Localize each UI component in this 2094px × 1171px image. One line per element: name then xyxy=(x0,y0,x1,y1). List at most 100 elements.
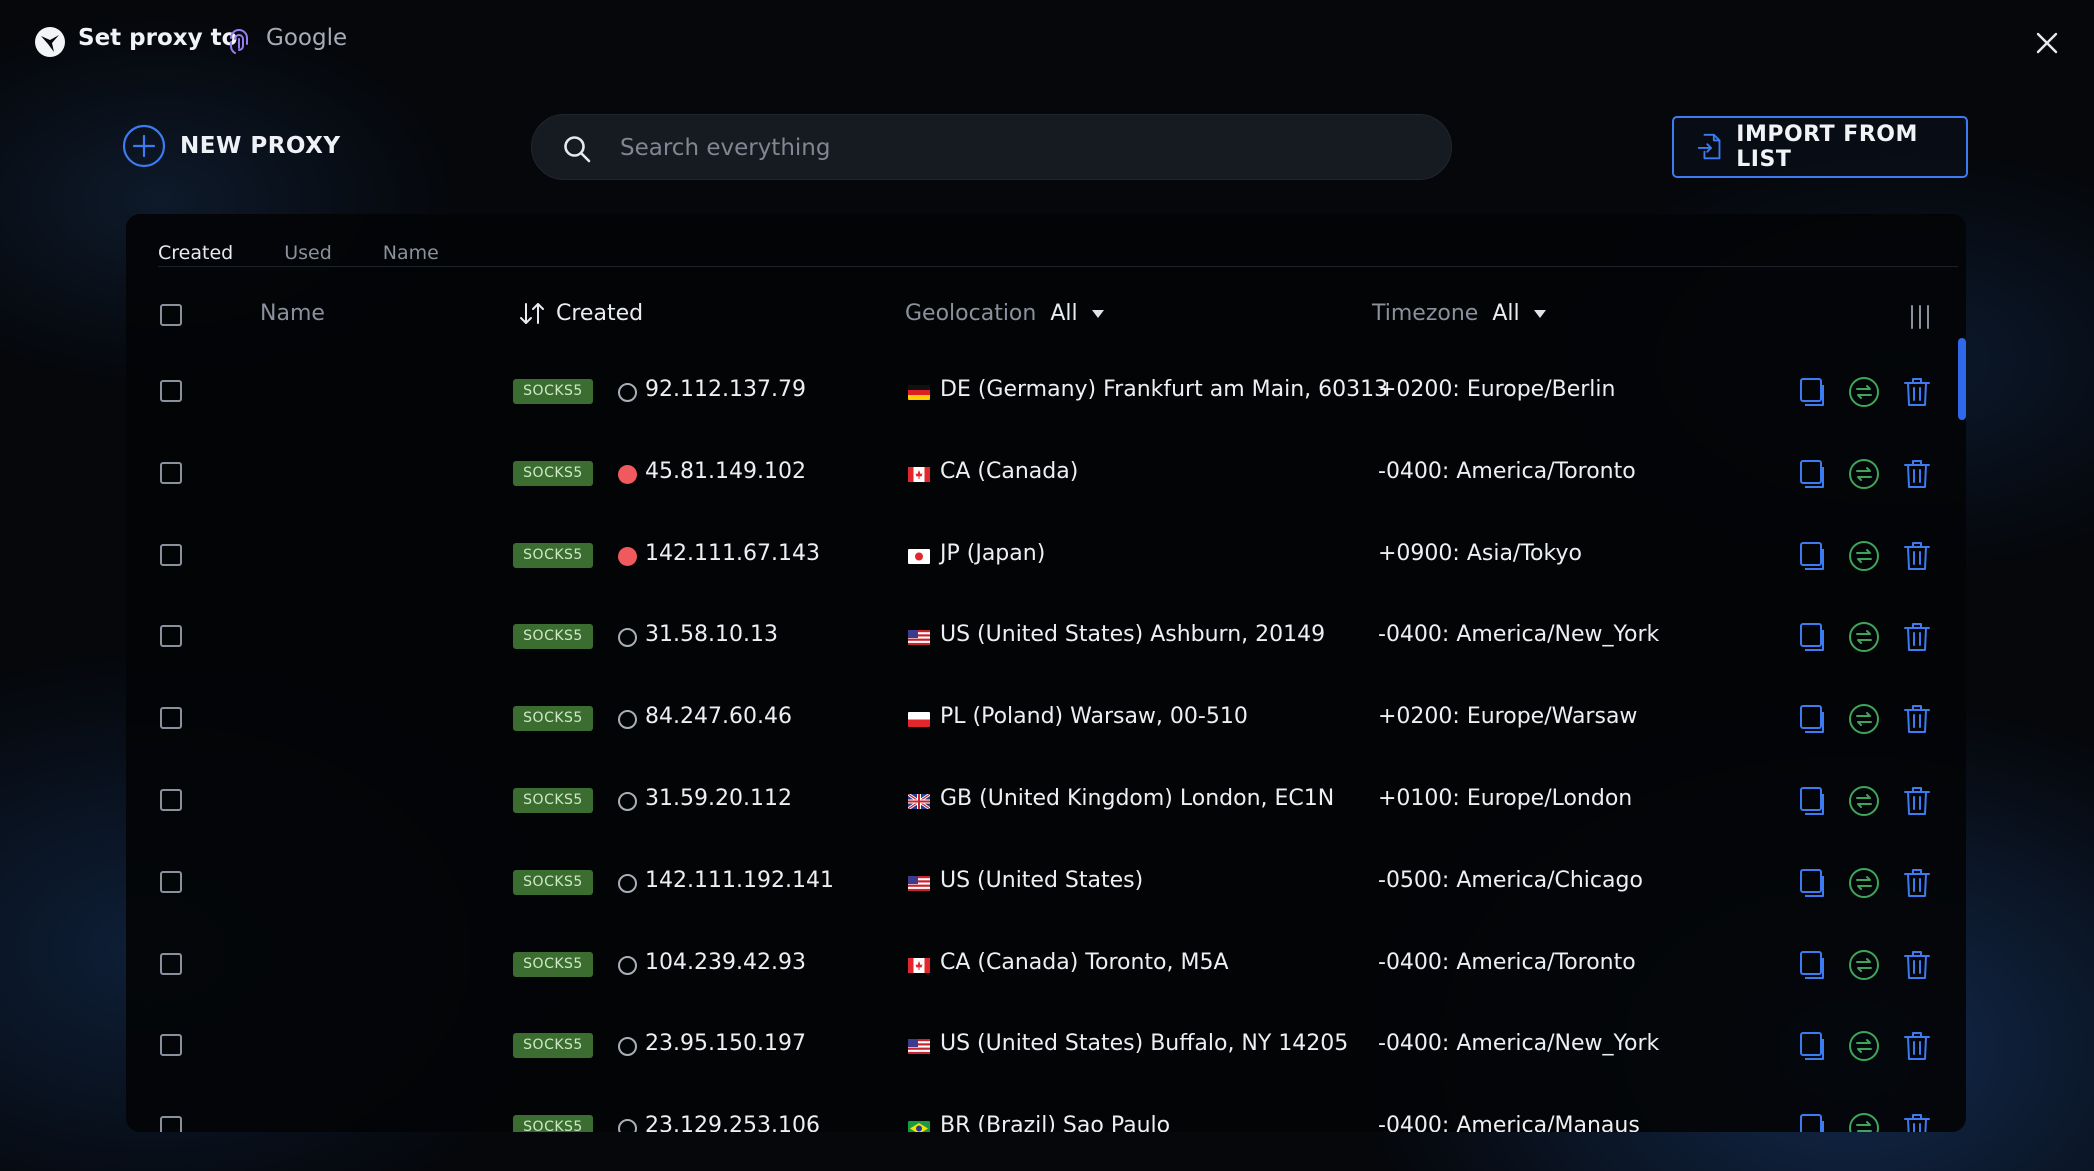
sort-tab-name[interactable]: Name xyxy=(383,228,439,278)
proxy-geolocation: US (United States) Ashburn, 20149 xyxy=(940,622,1326,648)
table-row[interactable]: SOCKS5 142.111.67.143 JP (Japan) +0900: … xyxy=(126,514,1966,596)
copy-icon[interactable] xyxy=(1796,376,1828,408)
row-checkbox[interactable] xyxy=(160,625,182,648)
proxy-ip: 92.112.137.79 xyxy=(645,377,806,402)
refresh-icon[interactable] xyxy=(1848,867,1880,899)
sort-arrows-icon xyxy=(520,303,544,324)
copy-icon[interactable] xyxy=(1796,1112,1828,1132)
close-icon[interactable] xyxy=(2030,26,2064,60)
row-checkbox[interactable] xyxy=(160,707,182,730)
proxy-list-panel: Created Used Name Name Created Geolocati… xyxy=(126,214,1966,1132)
row-checkbox[interactable] xyxy=(160,1034,182,1057)
copy-icon[interactable] xyxy=(1796,703,1828,735)
column-timezone-label: Timezone xyxy=(1372,301,1479,326)
row-checkbox[interactable] xyxy=(160,380,182,402)
trash-icon[interactable] xyxy=(1901,1112,1933,1132)
proxy-type-badge: SOCKS5 xyxy=(513,379,593,404)
refresh-icon[interactable] xyxy=(1848,785,1880,817)
refresh-icon[interactable] xyxy=(1848,1112,1880,1132)
refresh-icon[interactable] xyxy=(1848,540,1880,572)
status-indicator xyxy=(618,873,637,893)
trash-icon[interactable] xyxy=(1901,458,1933,490)
geolocation-filter-dropdown[interactable]: All xyxy=(1050,299,1104,329)
proxy-geolocation: CA (Canada) Toronto, M5A xyxy=(940,949,1229,975)
table-row[interactable]: SOCKS5 23.129.253.106 BR (Brazil) Sao Pa… xyxy=(126,1086,1966,1132)
sort-tab-created[interactable]: Created xyxy=(158,228,233,278)
row-checkbox[interactable] xyxy=(160,1116,182,1132)
search-input[interactable] xyxy=(618,115,1422,181)
trash-icon[interactable] xyxy=(1901,621,1933,653)
import-from-list-label: IMPORT FROM LIST xyxy=(1736,122,1918,172)
scrollbar-thumb[interactable] xyxy=(1958,338,1966,420)
proxy-timezone: -0400: America/Toronto xyxy=(1378,458,1636,484)
refresh-icon[interactable] xyxy=(1848,621,1880,653)
table-row[interactable]: SOCKS5 45.81.149.102 CA (Canada) -0400: … xyxy=(126,432,1966,514)
refresh-icon[interactable] xyxy=(1848,1030,1880,1062)
table-row[interactable]: SOCKS5 104.239.42.93 CA (Canada) Toronto… xyxy=(126,923,1966,1005)
copy-icon[interactable] xyxy=(1796,540,1828,572)
search-icon xyxy=(564,136,591,163)
select-all-checkbox[interactable] xyxy=(160,304,182,326)
status-indicator xyxy=(618,383,637,402)
copy-icon[interactable] xyxy=(1796,867,1828,899)
trash-icon[interactable] xyxy=(1901,703,1933,735)
table-row[interactable]: SOCKS5 31.59.20.112 GB (United Kingdom) … xyxy=(126,759,1966,841)
refresh-icon[interactable] xyxy=(1848,949,1880,981)
trash-icon[interactable] xyxy=(1901,785,1933,817)
proxy-geolocation: BR (Brazil) Sao Paulo xyxy=(940,1113,1171,1132)
plus-circle-icon xyxy=(122,124,166,168)
copy-icon[interactable] xyxy=(1796,785,1828,817)
table-row[interactable]: SOCKS5 84.247.60.46 PL (Poland) Warsaw, … xyxy=(126,677,1966,759)
proxy-timezone: -0400: America/Toronto xyxy=(1378,949,1636,975)
row-checkbox[interactable] xyxy=(160,870,182,893)
proxy-timezone: +0900: Asia/Tokyo xyxy=(1378,540,1582,566)
status-indicator xyxy=(618,791,637,811)
country-flag-icon xyxy=(908,712,930,728)
proxy-geolocation: US (United States) xyxy=(940,867,1144,893)
trash-icon[interactable] xyxy=(1901,1030,1933,1062)
copy-icon[interactable] xyxy=(1796,949,1828,981)
column-created[interactable]: Created xyxy=(518,299,643,329)
column-created-label: Created xyxy=(556,301,644,326)
trash-icon[interactable] xyxy=(1901,376,1933,408)
column-name[interactable]: Name xyxy=(260,299,325,329)
new-proxy-label: NEW PROXY xyxy=(180,133,341,159)
proxy-ip: 45.81.149.102 xyxy=(645,458,806,484)
table-row[interactable]: SOCKS5 31.58.10.13 US (United States) As… xyxy=(126,595,1966,677)
new-proxy-button[interactable]: NEW PROXY xyxy=(122,124,341,168)
search-bar[interactable] xyxy=(531,114,1452,181)
table-row[interactable]: SOCKS5 92.112.137.79 DE (Germany) Frankf… xyxy=(126,350,1966,432)
status-indicator xyxy=(618,1037,637,1057)
copy-icon[interactable] xyxy=(1796,621,1828,653)
import-from-list-button[interactable]: IMPORT FROM LIST xyxy=(1672,116,1968,178)
table-row[interactable]: SOCKS5 23.95.150.197 US (United States) … xyxy=(126,1004,1966,1086)
proxy-ip: 142.111.67.143 xyxy=(645,540,820,566)
proxy-ip: 31.59.20.112 xyxy=(645,785,792,811)
status-indicator xyxy=(618,628,637,648)
proxy-type-badge: SOCKS5 xyxy=(513,624,593,650)
top-bar: Set proxy to Google xyxy=(0,0,2094,82)
row-checkbox[interactable] xyxy=(160,952,182,975)
columns-icon[interactable] xyxy=(1907,304,1933,330)
refresh-icon[interactable] xyxy=(1848,703,1880,735)
refresh-icon[interactable] xyxy=(1848,458,1880,490)
trash-icon[interactable] xyxy=(1901,949,1933,981)
sort-tab-used[interactable]: Used xyxy=(284,228,332,278)
proxy-timezone: -0400: America/Manaus xyxy=(1378,1113,1640,1132)
tabs-divider xyxy=(158,266,1958,267)
row-checkbox[interactable] xyxy=(160,543,182,566)
table-row[interactable]: SOCKS5 142.111.192.141 US (United States… xyxy=(126,841,1966,923)
trash-icon[interactable] xyxy=(1901,867,1933,899)
copy-icon[interactable] xyxy=(1796,1030,1828,1062)
refresh-icon[interactable] xyxy=(1848,376,1880,408)
proxy-type-badge: SOCKS5 xyxy=(513,460,593,486)
timezone-filter-dropdown[interactable]: All xyxy=(1492,299,1546,329)
copy-icon[interactable] xyxy=(1796,458,1828,490)
proxy-geolocation: JP (Japan) xyxy=(940,540,1046,566)
row-checkbox[interactable] xyxy=(160,461,182,484)
row-checkbox[interactable] xyxy=(160,788,182,811)
trash-icon[interactable] xyxy=(1901,540,1933,572)
proxy-ip: 104.239.42.93 xyxy=(645,949,806,975)
proxy-type-badge: SOCKS5 xyxy=(513,706,593,732)
country-flag-icon xyxy=(908,1121,930,1132)
